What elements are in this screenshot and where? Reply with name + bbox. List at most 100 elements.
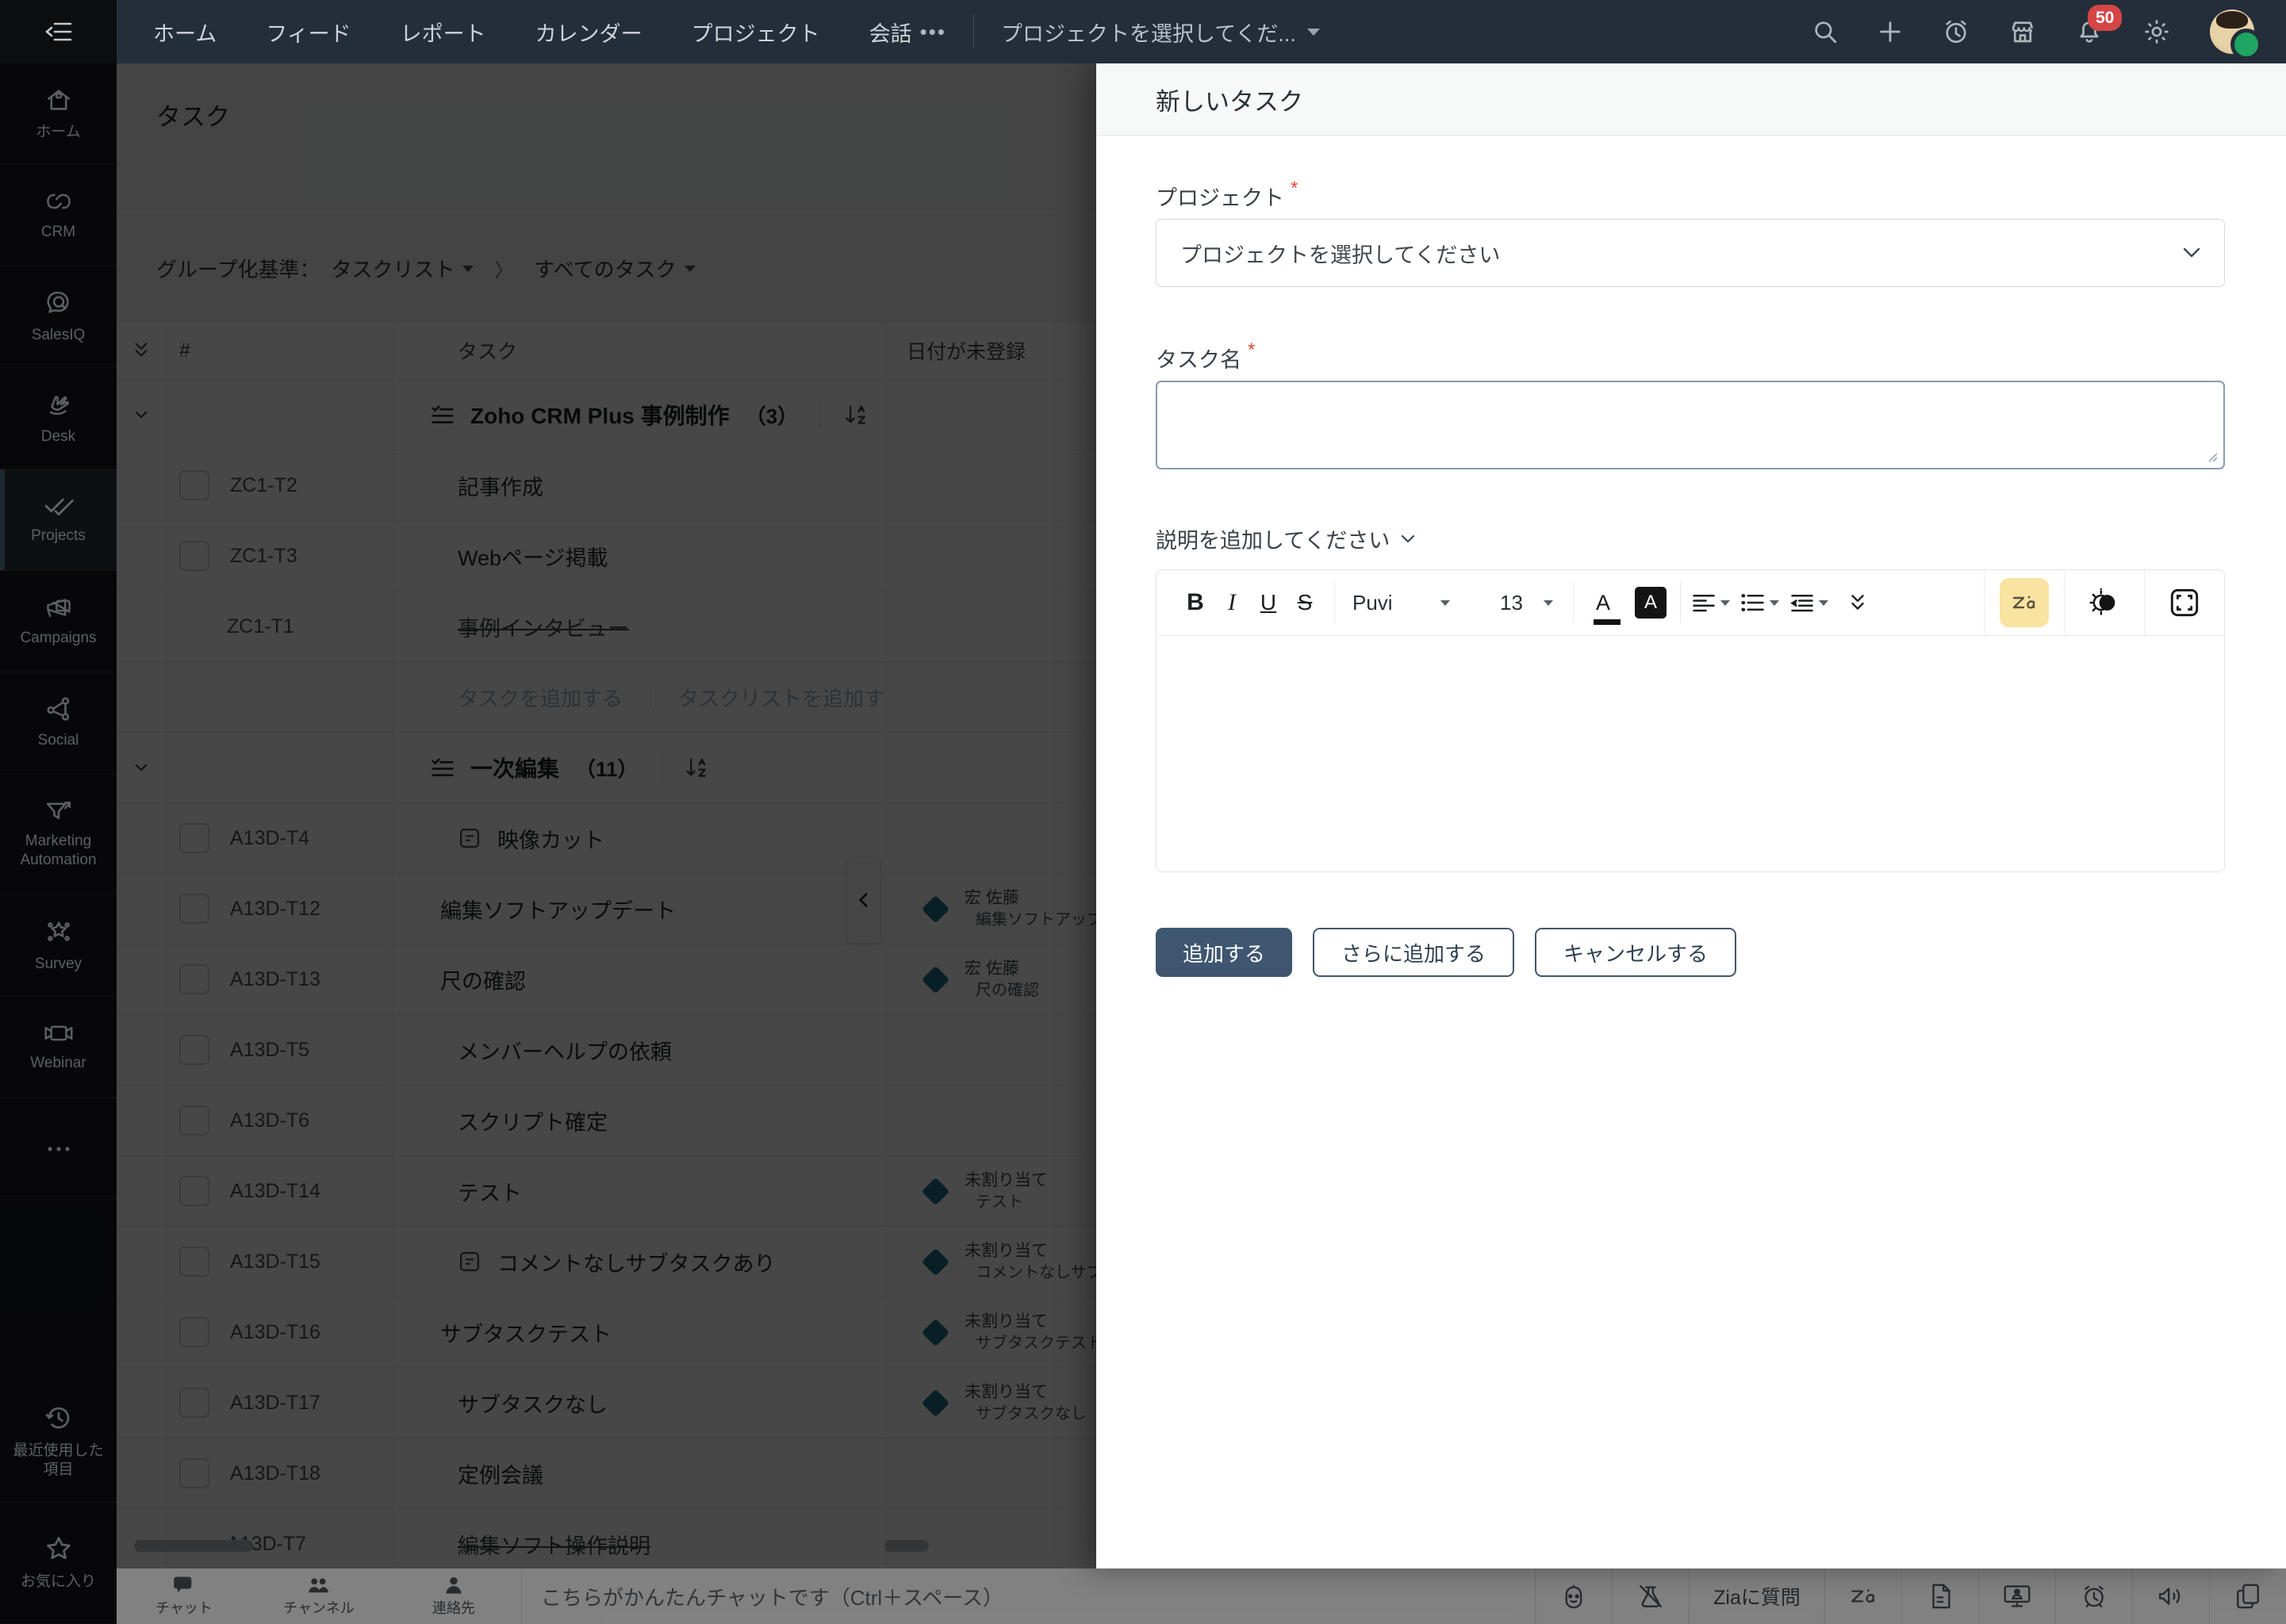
tasklist-group-header[interactable]: 一次編集 （11） [117,733,1096,803]
task-name[interactable]: メンバーヘルプの依頼 [458,1035,672,1066]
task-row[interactable]: A13D-T17サブタスクなし 未割り当て サブタスクなし [117,1368,1096,1438]
project-select[interactable]: プロジェクトを選択してください [1156,219,2225,287]
task-name[interactable]: 定例会議 [458,1458,543,1489]
task-filter-dropdown[interactable]: すべてのタスク [534,254,695,283]
task-name[interactable]: コメントなしサブタスクあり [497,1247,775,1277]
sidebar-item-history[interactable]: 最近使用した項目 [0,1381,117,1503]
task-checkbox[interactable] [179,1035,209,1065]
task-checkbox[interactable] [179,1458,209,1488]
nav-item-5[interactable]: プロジェクト [692,17,820,48]
sidebar-item-campaigns[interactable]: Campaigns [0,571,117,672]
screen-icon[interactable] [1978,1568,2055,1624]
task-checkbox[interactable] [179,470,209,500]
add-more-button[interactable]: さらに追加する [1313,928,1514,977]
task-row[interactable]: A13D-T13尺の確認 宏 佐藤 尺の確認 [117,944,1096,1015]
chevron-down-icon[interactable] [132,405,151,424]
task-row[interactable]: A13D-T7編集ソフト操作説明 [117,1509,1096,1568]
sidebar-item-star[interactable]: お気に入り [0,1503,117,1624]
task-checkbox[interactable] [179,1388,209,1418]
channel-tab[interactable]: チャンネル [251,1575,386,1618]
nav-item-2[interactable]: フィード [266,17,351,48]
task-name[interactable]: 編集ソフトアップデート [440,894,676,925]
add-tasklist-link[interactable]: タスクリストを追加する [678,683,886,712]
resize-handle-icon[interactable] [2206,450,2219,463]
underline-button[interactable]: U [1250,580,1287,625]
tasklist-name[interactable]: 一次編集 [470,752,559,783]
task-row[interactable]: A13D-T6スクリプト確定 [117,1086,1096,1156]
sidebar-item-survey[interactable]: Survey [0,895,117,997]
task-name-input[interactable] [1156,381,2225,469]
task-name[interactable]: スクリプト確定 [458,1105,608,1136]
tasklist-name[interactable]: Zoho CRM Plus 事例制作 [470,399,730,431]
collapse-all-icon[interactable] [131,340,152,361]
highlight-color-button[interactable]: A [1632,580,1669,625]
alarm2-icon[interactable] [2055,1568,2132,1624]
task-name[interactable]: サブタスクテスト [440,1317,612,1348]
italic-button[interactable]: I [1214,580,1250,625]
contrast-button[interactable] [2064,570,2144,635]
sidebar-item-desk[interactable]: Desk [0,368,117,469]
sidebar-item-salesiq[interactable]: SalesIQ [0,266,117,368]
task-row[interactable]: A13D-T5メンバーヘルプの依頼 [117,1015,1096,1086]
nav-item-3[interactable]: レポート [401,17,486,48]
megaphone-icon[interactable] [2132,1568,2209,1624]
add-icon[interactable] [1877,18,1904,45]
task-row[interactable]: A13D-T14テスト 未割り当て テスト [117,1156,1096,1227]
indent-button[interactable] [1790,592,1828,613]
sort-az-icon[interactable] [843,403,870,427]
task-name[interactable]: 映像カット [497,823,604,854]
bold-button[interactable]: B [1177,580,1214,625]
sidebar-item-projects[interactable]: Projects [0,469,117,571]
collapse-panel-handle[interactable] [846,856,881,944]
task-row[interactable]: ZC1-T3Webページ掲載 [117,521,1096,592]
zia-assistant-button[interactable] [1984,570,2064,635]
task-checkbox[interactable] [179,1176,209,1206]
horizontal-scrollbar-thumb-right[interactable] [884,1540,929,1552]
task-name[interactable]: 尺の確認 [440,964,526,995]
add-task-link[interactable]: タスクを追加する [458,683,623,712]
doc-icon[interactable] [1901,1568,1978,1624]
zia-icon[interactable] [1824,1568,1901,1624]
task-checkbox[interactable] [179,964,209,994]
bot-icon[interactable] [1535,1568,1612,1624]
ask-zia-button[interactable]: Ziaに質問 [1689,1568,1824,1624]
tasklist-group-header[interactable]: Zoho CRM Plus 事例制作 （3） [117,380,1096,450]
sidebar-item-ホーム[interactable]: ホーム [0,63,117,165]
font-size-select[interactable]: 13 [1494,591,1562,615]
sidebar-item-social[interactable]: Social [0,672,117,774]
task-name[interactable]: 記事作成 [458,470,543,501]
task-checkbox[interactable] [179,1317,209,1347]
nav-item-4[interactable]: カレンダー [535,17,642,48]
sort-az-icon[interactable] [684,756,711,779]
group-by-tasklist-dropdown[interactable]: タスクリスト [331,254,474,283]
sidebar-item-marketing[interactable]: MarketingAutomation [0,774,117,895]
nav-item-6[interactable]: 会話 [869,17,912,48]
project-selector[interactable]: プロジェクトを選択してくだ... [1001,17,1320,48]
task-checkbox[interactable] [179,1247,209,1277]
nav-more-icon[interactable]: ••• [920,20,946,44]
task-checkbox[interactable] [179,1105,209,1136]
search-icon[interactable] [1812,18,1839,45]
add-button[interactable]: 追加する [1156,928,1292,977]
task-row[interactable]: ZC1-T1事例インタビュー [117,592,1096,662]
task-row[interactable]: ZC1-T2記事作成 [117,450,1096,521]
contacts-tab[interactable]: 連絡先 [386,1575,521,1618]
quick-chat-hint[interactable]: こちらがかんたんチャットです（Ctrl＋スペース） [522,1582,1003,1611]
font-family-select[interactable]: Puvi [1346,591,1494,615]
task-row[interactable]: A13D-T16サブタスクテスト 未割り当て サブタスクテスト [117,1297,1096,1368]
copy-icon[interactable] [2209,1568,2286,1624]
task-checkbox[interactable] [179,823,209,853]
task-name[interactable]: 編集ソフト操作説明 [458,1529,650,1560]
task-row[interactable]: A13D-T15コメントなしサブタスクあり 未割り当て コメントなしサブ [117,1227,1096,1297]
description-editor-body[interactable] [1156,636,2224,872]
menu-collapse-icon[interactable] [0,0,117,63]
task-row[interactable]: A13D-T12編集ソフトアップデート 宏 佐藤 編集ソフトアップデ [117,874,1096,944]
task-row[interactable]: A13D-T4映像カット [117,803,1096,874]
task-name[interactable]: サブタスクなし [458,1388,608,1419]
reminder-clock-icon[interactable] [1942,17,1970,46]
description-toggle[interactable]: 説明を追加してください [1156,523,1415,554]
flask-icon[interactable] [1612,1568,1689,1624]
cancel-button[interactable]: キャンセルする [1535,928,1736,977]
task-checkbox[interactable] [179,541,209,571]
task-name[interactable]: 事例インタビュー [458,611,629,642]
